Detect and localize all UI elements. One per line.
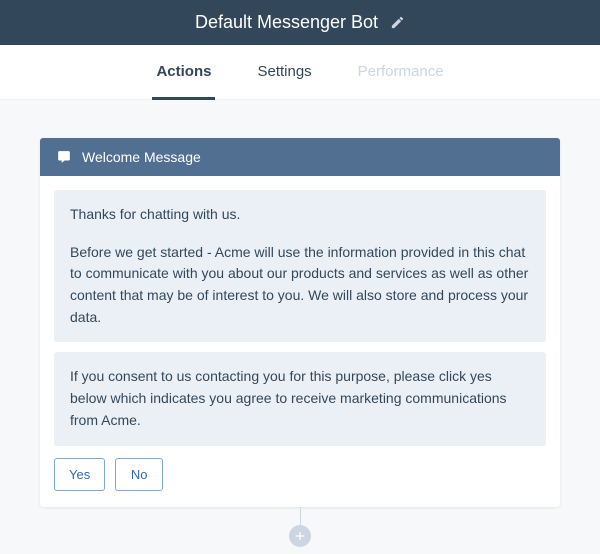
- yes-button[interactable]: Yes: [54, 458, 105, 491]
- page-title: Default Messenger Bot: [195, 12, 378, 33]
- connector-line: [300, 507, 301, 525]
- tab-performance: Performance: [354, 45, 448, 100]
- tab-settings[interactable]: Settings: [253, 45, 315, 100]
- message-text: If you consent to us contacting you for …: [70, 368, 507, 427]
- edit-title-icon[interactable]: [390, 15, 405, 30]
- card-body: Thanks for chatting with us. Before we g…: [40, 176, 560, 507]
- tab-bar: Actions Settings Performance: [0, 45, 600, 100]
- chat-bubble-icon: [56, 150, 72, 164]
- message-bubble-1: Thanks for chatting with us. Before we g…: [54, 190, 546, 342]
- plus-icon: [293, 529, 307, 543]
- no-button[interactable]: No: [115, 458, 163, 491]
- quick-reply-row: Yes No: [54, 458, 546, 491]
- message-bubble-2: If you consent to us contacting you for …: [54, 352, 546, 445]
- tab-actions[interactable]: Actions: [152, 45, 215, 100]
- card-header: Welcome Message: [40, 138, 560, 176]
- welcome-message-card[interactable]: Welcome Message Thanks for chatting with…: [40, 138, 560, 507]
- flow-canvas: Welcome Message Thanks for chatting with…: [0, 100, 600, 554]
- flow-connector: [289, 507, 311, 547]
- message-text: Thanks for chatting with us.: [70, 204, 530, 226]
- card-title: Welcome Message: [82, 149, 201, 165]
- top-bar: Default Messenger Bot: [0, 0, 600, 45]
- add-node-button[interactable]: [289, 525, 311, 547]
- message-text: Before we get started - Acme will use th…: [70, 242, 530, 329]
